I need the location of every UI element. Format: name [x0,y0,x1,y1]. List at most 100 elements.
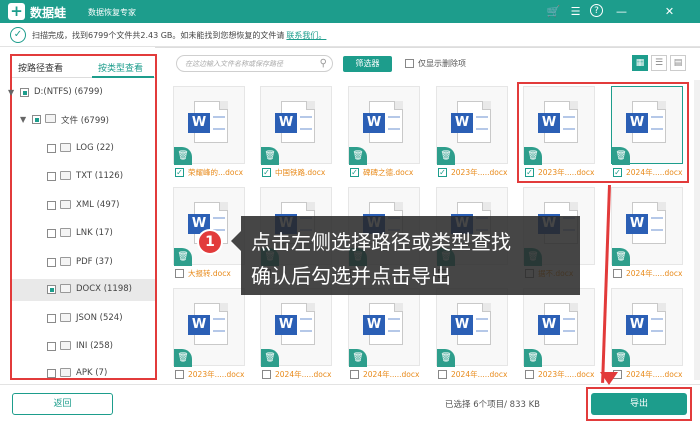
check-icon: ✓ [10,27,26,43]
tree-checkbox[interactable] [47,342,56,351]
file-item[interactable]: W 🗑 ✓ 中国铁路.docx [260,86,332,186]
file-item[interactable]: W 🗑 2024年.....docx [611,187,683,287]
tree-checkbox[interactable] [47,172,56,181]
tree-item-lnk[interactable]: LNK (17) [12,223,155,245]
word-doc-icon: W [626,202,666,244]
deleted-icon: 🗑 [349,147,367,165]
file-item[interactable]: W 🗑 2024年.....docx [348,288,420,388]
tree-checkbox[interactable] [47,258,56,267]
minimize-icon[interactable]: — [614,4,629,19]
file-item[interactable]: W 🗑 ✓ 碑碑之德.docx [348,86,420,186]
file-thumbnail[interactable]: W🗑 [436,288,508,367]
file-thumbnail[interactable]: W🗑 [523,288,595,367]
highlight-box [517,82,689,183]
file-thumbnail[interactable]: W🗑 [348,288,420,367]
tree-item-pdf[interactable]: PDF (37) [12,252,155,274]
tree-checkbox[interactable] [20,88,29,97]
folder-icon [60,171,71,180]
chevron-down-icon[interactable]: ▼ [20,115,26,124]
tree-item-xml[interactable]: XML (497) [12,195,155,217]
file-checkbox[interactable] [175,269,184,278]
file-thumbnail[interactable]: W🗑 [260,86,332,165]
file-item[interactable]: W 🗑 2023年.....docx [523,288,595,388]
file-thumbnail[interactable]: W🗑 [436,86,508,165]
arrow-head-icon [600,372,618,385]
tree-checkbox[interactable] [47,285,56,294]
file-checkbox[interactable]: ✓ [262,168,271,177]
export-button[interactable]: 导出 [591,393,687,415]
file-thumbnail[interactable]: W🗑 [611,187,683,266]
file-thumbnail[interactable]: W🗑 [348,86,420,165]
tree-item-json[interactable]: JSON (524) [12,308,155,330]
app-subtitle: 数据恢复专家 [88,8,136,17]
tree-checkbox[interactable] [47,314,56,323]
help-icon[interactable]: ? [590,4,603,17]
file-name: 中国铁路.docx [275,168,326,177]
tab-by-type[interactable]: 按类型查看 [98,61,143,74]
file-tree-panel: 按路径查看 按类型查看 ▼ D:(NTFS) (6799) ▼ 文件 (6799… [8,54,157,380]
only-deleted-checkbox[interactable] [405,59,414,68]
file-checkbox[interactable]: ✓ [350,168,359,177]
file-item[interactable]: W 🗑 2024年.....docx [611,288,683,388]
file-thumbnail[interactable]: W🗑 [173,288,245,367]
cart-icon[interactable]: 🛒 [546,4,561,19]
tree-label: INI (258) [76,341,113,351]
file-checkbox[interactable]: ✓ [438,168,447,177]
tree-label: LNK (17) [76,228,113,238]
contact-us-link[interactable]: 联系我们。 [286,31,326,40]
tree-item-apk[interactable]: APK (7) [12,363,155,378]
deleted-icon: 🗑 [174,248,192,266]
deleted-icon: 🗑 [437,349,455,367]
search-placeholder: 在这边输入文件名称或保存路径 [185,60,283,68]
file-checkbox[interactable] [350,370,359,379]
tree-item-drive[interactable]: ▼ D:(NTFS) (6799) [8,82,155,104]
file-checkbox[interactable] [613,269,622,278]
tree-checkbox[interactable] [47,369,56,378]
tree-item-files[interactable]: ▼ 文件 (6799) [12,109,155,131]
file-checkbox[interactable] [175,370,184,379]
file-item[interactable]: W 🗑 ✓ 荣耀峰的...docx [173,86,245,186]
file-name: 2024年.....docx [626,269,683,278]
file-checkbox[interactable] [525,370,534,379]
file-item[interactable]: W 🗑 2023年.....docx [173,288,245,388]
file-checkbox[interactable] [438,370,447,379]
search-input[interactable]: 在这边输入文件名称或保存路径 ⚲ [176,55,333,72]
menu-icon[interactable]: ☰ [568,4,583,19]
detail-view-icon[interactable]: ▤ [670,55,686,71]
file-checkbox[interactable] [262,370,271,379]
file-item[interactable]: W 🗑 ✓ 2023年.....docx [436,86,508,186]
tree-checkbox[interactable] [47,201,56,210]
grid-view-icon[interactable]: ▦ [632,55,648,71]
file-thumbnail[interactable]: W🗑 [173,86,245,165]
bottom-bar: 返回 已选择 6个项目/ 833 KB 导出 [0,384,700,427]
tooltip-line-2: 确认后勾选并点击导出 [251,264,451,288]
tree-item-txt[interactable]: TXT (1126) [12,166,155,188]
scan-status-text: 扫描完成，找到6799个文件共2.43 GB。如未能找到您想恢复的文件请 联系我们… [32,31,327,40]
file-name: 2023年.....docx [451,168,508,177]
filter-button[interactable]: 筛选器 [343,56,392,72]
tab-by-path[interactable]: 按路径查看 [18,61,63,74]
folder-icon [60,368,71,377]
tree-label: 文件 (6799) [61,116,109,126]
tree-item-log[interactable]: LOG (22) [12,138,155,160]
tree-item-docx[interactable]: DOCX (1198) [12,279,155,301]
list-view-icon[interactable]: ☰ [651,55,667,71]
file-thumbnail[interactable]: W🗑 [611,288,683,367]
file-item[interactable]: W 🗑 2024年.....docx [260,288,332,388]
file-name: 2023年.....docx [188,370,245,379]
search-icon[interactable]: ⚲ [320,58,327,69]
deleted-icon: 🗑 [612,248,630,266]
file-checkbox[interactable]: ✓ [175,168,184,177]
close-icon[interactable]: ✕ [662,4,677,19]
tree-item-ini[interactable]: INI (258) [12,336,155,358]
tree-label: DOCX (1198) [76,284,132,294]
chevron-down-icon[interactable]: ▼ [8,88,14,97]
back-button[interactable]: 返回 [12,393,113,415]
file-item[interactable]: W 🗑 2024年.....docx [436,288,508,388]
tree-checkbox[interactable] [47,229,56,238]
tree-checkbox[interactable] [47,144,56,153]
file-name: 2024年.....docx [626,370,683,379]
file-thumbnail[interactable]: W🗑 [260,288,332,367]
tree-checkbox[interactable] [32,115,41,124]
scrollbar[interactable] [694,80,700,380]
